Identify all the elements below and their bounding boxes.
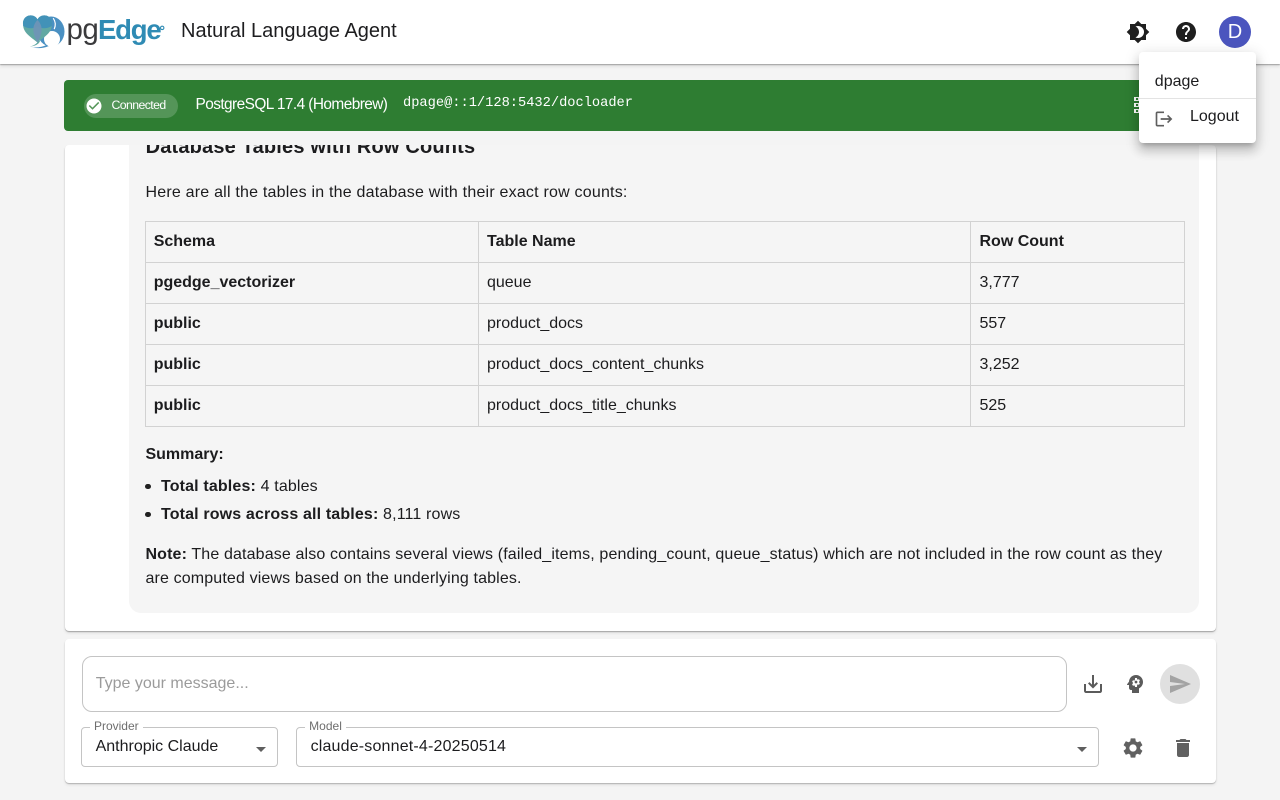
svg-text:pg: pg [67, 13, 99, 46]
svg-text:Edge: Edge [98, 14, 161, 45]
